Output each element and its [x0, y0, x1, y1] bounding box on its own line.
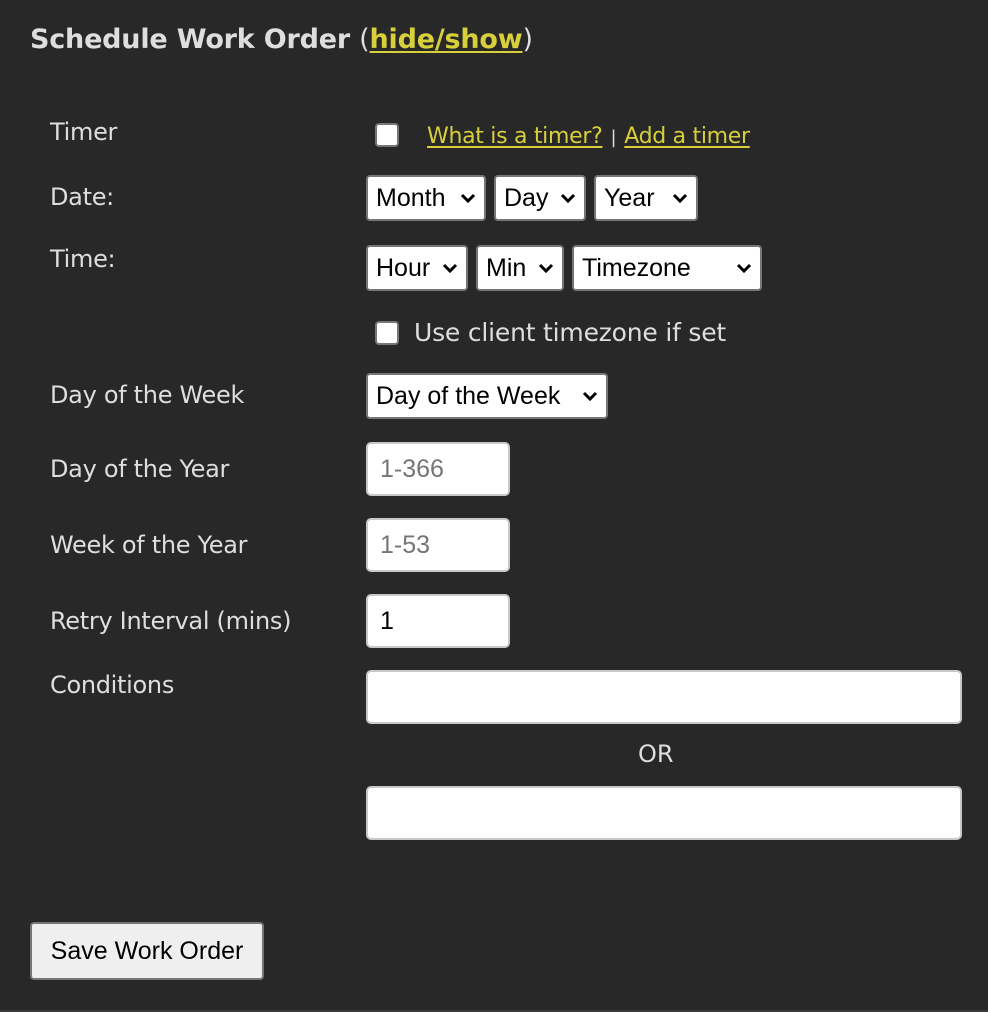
min-select[interactable]: Min — [476, 245, 564, 291]
date-label: Date: — [50, 183, 114, 211]
hour-select[interactable]: Hour — [366, 245, 468, 291]
section-title-text: Schedule Work Order — [30, 24, 350, 55]
day-of-year-label: Day of the Year — [50, 455, 230, 483]
client-timezone-checkbox[interactable] — [375, 321, 399, 345]
chevron-down-icon — [582, 391, 598, 402]
timer-checkbox[interactable] — [375, 123, 399, 147]
day-select[interactable]: Day — [494, 175, 586, 221]
hide-show-link[interactable]: hide/show — [370, 24, 523, 55]
chevron-down-icon — [460, 193, 476, 204]
month-select[interactable]: Month — [366, 175, 486, 221]
timezone-select[interactable]: Timezone — [572, 245, 762, 291]
day-of-week-label: Day of the Week — [50, 381, 245, 409]
day-select-value: Day — [504, 183, 549, 212]
day-of-year-input[interactable]: 1-366 — [366, 442, 510, 496]
min-select-value: Min — [486, 253, 527, 282]
what-is-a-timer-link[interactable]: What is a timer? — [427, 124, 603, 149]
link-separator: | — [610, 127, 617, 148]
or-label: OR — [638, 740, 674, 768]
day-of-week-select-value: Day of the Week — [376, 381, 561, 410]
year-select-value: Year — [604, 183, 655, 212]
year-select[interactable]: Year — [594, 175, 698, 221]
client-timezone-label: Use client timezone if set — [414, 318, 727, 347]
timezone-select-value: Timezone — [582, 253, 691, 282]
day-of-week-select[interactable]: Day of the Week — [366, 373, 608, 419]
conditions-label: Conditions — [50, 671, 175, 699]
week-of-year-input[interactable]: 1-53 — [366, 518, 510, 572]
retry-interval-input[interactable]: 1 — [366, 594, 510, 648]
timer-links: What is a timer? | Add a timer — [427, 124, 750, 149]
add-a-timer-link[interactable]: Add a timer — [624, 124, 750, 149]
month-select-value: Month — [376, 183, 446, 212]
chevron-down-icon — [672, 193, 688, 204]
chevron-down-icon — [442, 263, 458, 274]
conditions-input-1[interactable] — [366, 670, 962, 724]
chevron-down-icon — [736, 263, 752, 274]
conditions-input-2[interactable] — [366, 786, 962, 840]
week-of-year-label: Week of the Year — [50, 531, 248, 559]
save-work-order-button[interactable]: Save Work Order — [30, 922, 264, 980]
retry-interval-label: Retry Interval (mins) — [50, 607, 292, 635]
chevron-down-icon — [560, 193, 576, 204]
time-label: Time: — [50, 245, 116, 273]
timer-label: Timer — [50, 118, 118, 146]
paren-close: ) — [522, 24, 533, 55]
chevron-down-icon — [538, 263, 554, 274]
hour-select-value: Hour — [376, 253, 431, 282]
section-title: Schedule Work Order (hide/show) — [30, 24, 533, 55]
paren-open: ( — [359, 24, 370, 55]
